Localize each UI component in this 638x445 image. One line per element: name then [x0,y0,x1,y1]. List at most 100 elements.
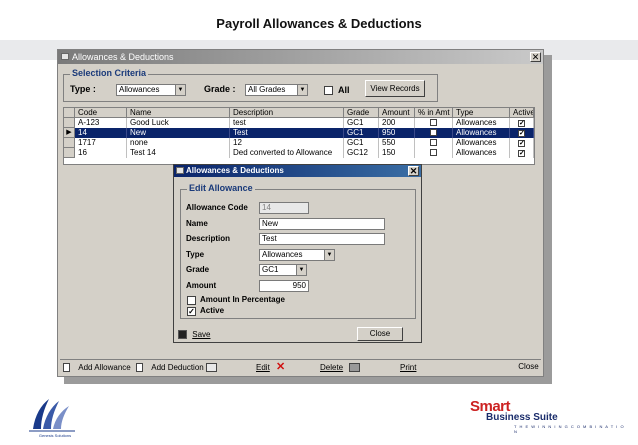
cell-amount: 550 [379,138,415,148]
col-header-name[interactable]: Name [127,108,230,118]
grade-select[interactable]: All Grades ▼ [245,84,308,96]
add-allowance-button[interactable]: Add Allowance [63,362,131,373]
name-field[interactable]: New [259,218,385,230]
table-row[interactable]: 1717 none 12 GC1 550 Allowances ✓ [64,138,534,148]
active-checkbox[interactable]: ✓ [518,130,525,137]
amount-in-percentage-checkbox[interactable] [187,296,196,305]
cell-type: Allowances [453,118,510,128]
dialog-close-button[interactable]: Close [357,327,403,341]
delete-button[interactable]: Delete [320,362,361,373]
col-header-type[interactable]: Type [453,108,510,118]
amount-field[interactable]: 950 [259,280,309,292]
new-document-icon [136,363,143,373]
row-header[interactable] [64,138,75,148]
row-header[interactable] [64,118,75,128]
type-select-value: Allowances [119,85,160,94]
dialog-grade-select[interactable]: GC1 ▼ [259,264,307,276]
cell-description: Test [230,128,344,138]
printer-icon [349,363,361,373]
brand-suite: Business Suite [486,412,558,423]
dialog-titlebar[interactable]: Allowances & Deductions ✕ [174,165,421,177]
grade-label: Grade : [204,84,236,94]
dialog-type-label: Type [186,250,205,259]
active-checkbox[interactable]: ✓ [518,120,525,127]
col-header-active[interactable]: Active [510,108,534,118]
dialog-title: Allowances & Deductions [186,166,284,175]
col-header-grade[interactable]: Grade [344,108,379,118]
cell-type: Allowances [453,128,510,138]
cell-type: Allowances [453,138,510,148]
dialog-type-select[interactable]: Allowances ▼ [259,249,335,261]
active-checkbox[interactable]: ✓ [518,140,525,147]
brand-tagline: T H E W I N N I N G C O M B I N A T I O … [514,424,625,434]
slide-title: Payroll Allowances & Deductions [216,16,422,31]
allowance-code-label: Allowance Code [186,203,248,212]
chevron-down-icon[interactable]: ▼ [297,85,307,95]
chevron-down-icon[interactable]: ▼ [324,250,334,260]
edit-button[interactable]: Edit ✕ [256,362,285,373]
chevron-down-icon[interactable]: ▼ [175,85,185,95]
pct-checkbox[interactable] [430,129,437,136]
description-field[interactable]: Test [259,233,385,245]
add-allowance-label: Add Allowance [78,363,131,372]
pct-checkbox[interactable] [430,119,437,126]
allowance-code-field: 14 [259,202,309,214]
cell-description: Ded converted to Allowance [230,148,344,158]
window-title: Allowances & Deductions [72,52,174,62]
floppy-disk-icon [178,330,187,340]
active-checkbox[interactable]: ✓ [518,150,525,157]
table-row-selected[interactable]: ▶ 14 New Test GC1 950 Allowances ✓ [64,128,534,138]
cell-pct [415,128,453,138]
cell-code: 16 [75,148,127,158]
bottom-toolbar: Add Allowance Add Deduction Edit ✕ Delet… [60,359,541,374]
edit-allowance-group: Edit Allowance Allowance Code 14 Name Ne… [180,183,416,319]
toolbar-close-button[interactable]: Close [516,361,541,374]
cell-name: New [127,128,230,138]
pct-checkbox[interactable] [430,139,437,146]
selection-criteria-group: Selection Criteria Type : Allowances ▼ G… [63,68,438,102]
cell-type: Allowances [453,148,510,158]
active-checkbox[interactable]: ✓ [187,307,196,316]
col-header-code[interactable]: Code [75,108,127,118]
type-label: Type : [70,84,96,94]
save-button[interactable]: Save [178,329,210,341]
cell-amount: 150 [379,148,415,158]
type-select[interactable]: Allowances ▼ [116,84,186,96]
window-close-icon[interactable]: ✕ [530,52,541,62]
add-deduction-button[interactable]: Add Deduction [136,362,204,373]
col-header-amount[interactable]: Amount [379,108,415,118]
cell-code: 1717 [75,138,127,148]
cell-code: A-123 [75,118,127,128]
dialog-app-icon [176,167,184,174]
row-pointer-icon[interactable]: ▶ [64,128,75,138]
print-label: Print [400,363,417,372]
add-deduction-label: Add Deduction [151,363,204,372]
all-checkbox[interactable] [324,86,333,95]
print-button[interactable]: Print [400,362,416,373]
dialog-close-icon[interactable]: ✕ [408,166,419,176]
company-logo-caption: Genesis Solutions [38,433,72,438]
dialog-grade-label: Grade [186,265,210,274]
description-label: Description [186,234,231,243]
window-titlebar[interactable]: Allowances & Deductions ✕ [58,50,543,64]
amount-label: Amount [186,281,217,290]
cell-pct [415,118,453,128]
cell-name: none [127,138,230,148]
dialog-grade-value: GC1 [262,265,279,274]
cell-active: ✓ [510,138,534,148]
view-records-button[interactable]: View Records [365,80,425,97]
amount-in-percentage-label: Amount In Percentage [200,295,285,304]
col-header-pct-in-amt[interactable]: % in Amt [415,108,453,118]
cell-amount: 950 [379,128,415,138]
chevron-down-icon[interactable]: ▼ [296,265,306,275]
grid-header: Code Name Description Grade Amount % in … [64,108,534,118]
cell-grade: GC12 [344,148,379,158]
cell-grade: GC1 [344,128,379,138]
edit-record-icon[interactable] [206,362,217,373]
pct-checkbox[interactable] [430,149,437,156]
table-row[interactable]: A-123 Good Luck test GC1 200 Allowances … [64,118,534,128]
row-header[interactable] [64,148,75,158]
col-header-description[interactable]: Description [230,108,344,118]
dialog-type-value: Allowances [262,250,303,259]
table-row[interactable]: 16 Test 14 Ded converted to Allowance GC… [64,148,534,158]
